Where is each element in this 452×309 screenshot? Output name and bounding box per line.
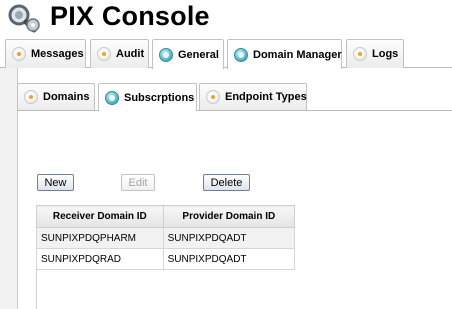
tab-label: General (178, 48, 219, 61)
plain-dot-icon (97, 47, 111, 61)
tab-messages[interactable]: Messages (5, 39, 86, 68)
magnifier-gear-icon (8, 4, 40, 33)
column-header-provider[interactable]: Provider Domain ID (162, 205, 296, 228)
active-dot-icon (234, 47, 248, 62)
sub-tab-bar: Domains Subscrptions Endpoint Types (17, 83, 452, 111)
edit-button[interactable]: Edit (121, 174, 155, 191)
plain-dot-icon (12, 47, 26, 61)
table-frame-divider (36, 268, 37, 309)
table-row[interactable]: SUNPIXPDQPHARM SUNPIXPDQADT (36, 227, 296, 249)
tab-label: Domains (43, 91, 90, 103)
app-header: PIX Console (0, 0, 452, 38)
new-button[interactable]: New (37, 174, 74, 191)
tab-endpoint-types[interactable]: Endpoint Types (199, 83, 307, 110)
receiver-domain-cell: SUNPIXPDQPHARM (36, 227, 164, 249)
tab-label: Endpoint Types (225, 91, 307, 103)
tab-logs[interactable]: Logs (346, 39, 404, 68)
receiver-domain-cell: SUNPIXPDQRAD (36, 248, 164, 270)
tab-label: Audit (116, 48, 145, 60)
tab-label: Messages (31, 48, 84, 60)
table-row[interactable]: SUNPIXPDQRAD SUNPIXPDQADT (36, 248, 296, 270)
column-header-receiver[interactable]: Receiver Domain ID (36, 205, 164, 228)
plain-dot-icon (353, 47, 367, 61)
main-tab-bar: Messages Audit General Domain Manager Lo… (0, 39, 452, 69)
plain-dot-icon (24, 90, 38, 104)
active-dot-icon (159, 47, 173, 62)
tab-audit[interactable]: Audit (90, 39, 149, 68)
subscriptions-table: Receiver Domain ID Provider Domain ID SU… (36, 205, 296, 270)
tab-label: Subscrptions (124, 91, 195, 104)
tab-domain-manager[interactable]: Domain Manager (227, 39, 342, 69)
active-dot-icon (105, 90, 119, 105)
provider-domain-cell: SUNPIXPDQADT (162, 227, 296, 249)
tab-domains[interactable]: Domains (17, 83, 95, 110)
provider-domain-cell: SUNPIXPDQADT (162, 248, 296, 270)
plain-dot-icon (206, 90, 220, 104)
tab-general[interactable]: General (152, 39, 224, 69)
tab-label: Logs (372, 48, 399, 60)
table-header-row: Receiver Domain ID Provider Domain ID (36, 205, 296, 228)
delete-button[interactable]: Delete (203, 174, 250, 191)
tab-label: Domain Manager (253, 48, 342, 61)
app-title: PIX Console (50, 1, 210, 31)
tab-subscriptions[interactable]: Subscrptions (98, 83, 197, 111)
